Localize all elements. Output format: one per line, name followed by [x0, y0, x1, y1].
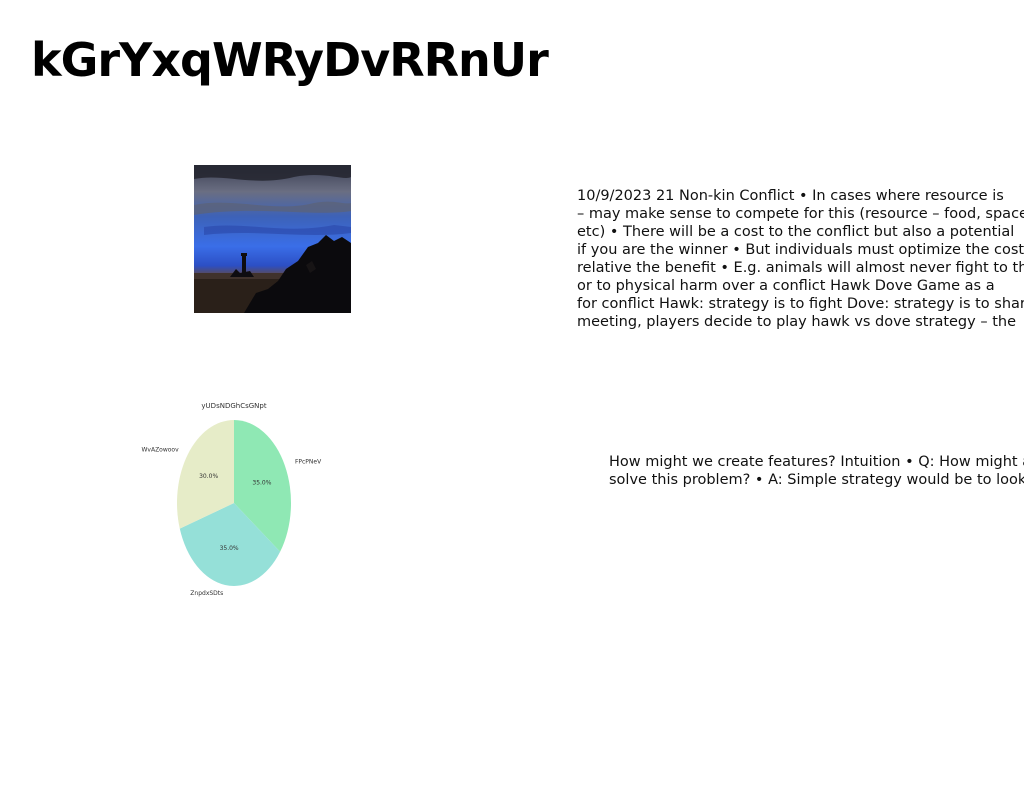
- pie-category-label: WvAZowoov: [141, 446, 179, 453]
- text-line: for conflict Hawk: strategy is to fight …: [577, 296, 1024, 312]
- pie-value-label: 35.0%: [252, 479, 271, 486]
- chart-title: yUDsNDGhCsGNpt: [201, 402, 266, 410]
- text-line: etc) • There will be a cost to the confl…: [577, 224, 1015, 240]
- text-line: How might we create features? Intuition …: [609, 454, 1024, 470]
- landscape-photo: [194, 165, 351, 313]
- text-line: if you are the winner • But individuals …: [577, 242, 1024, 258]
- text-line: solve this problem? • A: Simple strategy…: [609, 472, 1024, 488]
- pie-category-label: FPcPNeV: [295, 459, 322, 466]
- features-text-block: How might we create features? Intuition …: [609, 453, 1024, 489]
- landscape-photo-icon: [194, 165, 351, 313]
- pie-category-label: ZnpdxSDts: [190, 590, 223, 597]
- pie-value-label: 35.0%: [220, 545, 239, 552]
- text-line: relative the benefit • E.g. animals will…: [577, 260, 1024, 276]
- text-line: – may make sense to compete for this (re…: [577, 206, 1024, 222]
- notes-text-block: 10/9/2023 21 Non-kin Conflict • In cases…: [577, 187, 1024, 331]
- text-line: meeting, players decide to play hawk vs …: [577, 314, 1016, 330]
- pie-value-label: 30.0%: [199, 473, 218, 480]
- text-line: 10/9/2023 21 Non-kin Conflict • In cases…: [577, 188, 1004, 204]
- pie-chart: yUDsNDGhCsGNpt 35.0% FPcPNeV 35.0% ZnpdxSDt…: [140, 395, 340, 605]
- text-line: or to physical harm over a conflict Hawk…: [577, 278, 995, 294]
- page-title: kGrYxqWRyDvRRnUr: [31, 33, 549, 87]
